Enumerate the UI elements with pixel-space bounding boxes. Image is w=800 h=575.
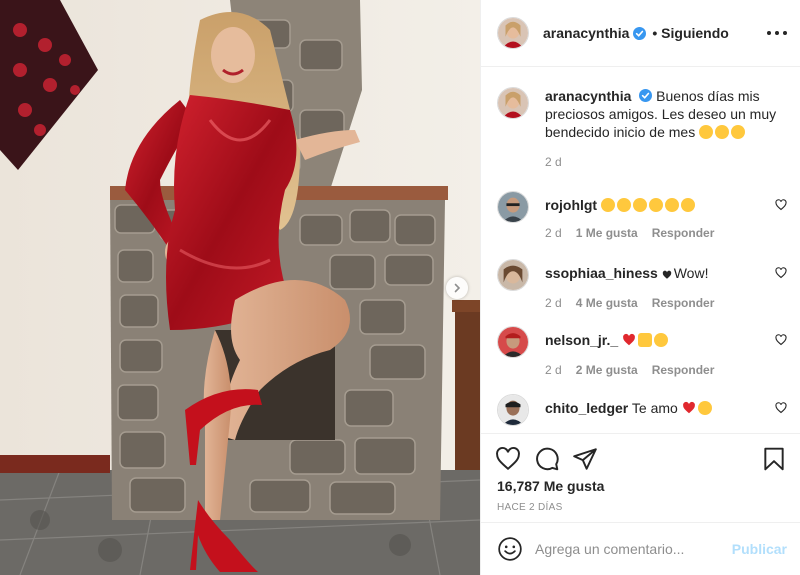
comment-time: 2 d [545, 363, 562, 377]
commenter-avatar[interactable] [497, 259, 529, 291]
next-arrow-icon [454, 283, 461, 293]
caption-avatar[interactable] [497, 87, 529, 119]
comment-text: Wow! [673, 265, 709, 281]
likes-count[interactable]: 16,787 Me gusta [497, 478, 604, 494]
post-caption: aranacynthia Buenos días mis preciosos a… [497, 87, 787, 171]
comment-username[interactable]: nelson_jr._ [545, 332, 618, 348]
author-username[interactable]: aranacynthia [543, 25, 629, 41]
next-photo-button[interactable] [446, 277, 468, 299]
comment-text: Te amo [631, 400, 678, 416]
instagram-post: aranacynthia • Siguiendo aranacynthia Bu… [0, 0, 800, 575]
heart-crown-emoji-icon [622, 332, 670, 348]
comment-item: rojohlgt 2 d 1 Me gusta Responder [497, 191, 787, 242]
comment-meta: 2 d 1 Me gusta Responder [545, 224, 787, 242]
more-options-icon[interactable] [767, 24, 787, 42]
caption-username[interactable]: aranacynthia [545, 88, 631, 104]
publish-button[interactable]: Publicar [732, 541, 787, 557]
comment-time: 2 d [545, 226, 562, 240]
verified-badge-icon [639, 89, 653, 102]
comment-username[interactable]: chito_ledger [545, 400, 628, 416]
comment-username[interactable]: ssophiaa_hiness [545, 265, 658, 281]
heart-emoji-icon [662, 266, 672, 284]
commenter-avatar[interactable] [497, 326, 529, 358]
like-comment-heart-icon[interactable] [775, 402, 787, 414]
author-avatar[interactable] [497, 17, 529, 49]
comment-input[interactable] [535, 541, 735, 557]
reply-button[interactable]: Responder [652, 224, 715, 242]
reply-button[interactable]: Responder [652, 361, 715, 379]
heart-icon[interactable] [495, 446, 521, 472]
comments-list: aranacynthia Buenos días mis preciosos a… [481, 67, 800, 433]
kiss-emoji-icon [699, 124, 747, 140]
heart-emoji-icon [682, 400, 714, 416]
comment-username[interactable]: rojohlgt [545, 197, 597, 213]
post-sidebar: aranacynthia • Siguiendo aranacynthia Bu… [480, 0, 800, 575]
comment-meta: 2 d 2 Me gusta Responder [545, 361, 787, 379]
bookmark-icon[interactable] [761, 446, 787, 472]
reply-button[interactable]: Responder [652, 294, 715, 312]
comment-composer: Publicar [481, 522, 800, 575]
like-comment-heart-icon[interactable] [775, 267, 787, 279]
comment-meta: 2 d 4 Me gusta Responder [545, 294, 787, 312]
comment-item: chito_ledger Te amo [497, 394, 787, 426]
comment-item: ssophiaa_hiness Wow! 2 d 4 Me gusta Resp… [497, 259, 787, 312]
emoji-icon[interactable] [497, 536, 523, 562]
heart-eyes-emoji-icon [601, 197, 697, 213]
comment-item: nelson_jr._ 2 d 2 Me gusta Responder [497, 326, 787, 379]
comment-likes[interactable]: 2 Me gusta [576, 361, 638, 379]
commenter-avatar[interactable] [497, 191, 529, 223]
comment-likes[interactable]: 4 Me gusta [576, 294, 638, 312]
post-photo[interactable] [0, 0, 480, 575]
share-icon[interactable] [572, 446, 598, 472]
comment-icon[interactable] [534, 446, 560, 472]
caption-meta: 2 d [545, 153, 787, 171]
photo-scene [0, 0, 480, 575]
post-timestamp: HACE 2 DÍAS [497, 502, 563, 513]
comment-time: 2 d [545, 296, 562, 310]
like-comment-heart-icon[interactable] [775, 334, 787, 346]
following-status[interactable]: • Siguiendo [652, 25, 728, 41]
commenter-avatar[interactable] [497, 394, 529, 426]
verified-badge-icon [633, 26, 647, 40]
caption-time: 2 d [545, 155, 562, 169]
like-comment-heart-icon[interactable] [775, 199, 787, 211]
comment-likes[interactable]: 1 Me gusta [576, 224, 638, 242]
post-header: aranacynthia • Siguiendo [481, 0, 800, 67]
